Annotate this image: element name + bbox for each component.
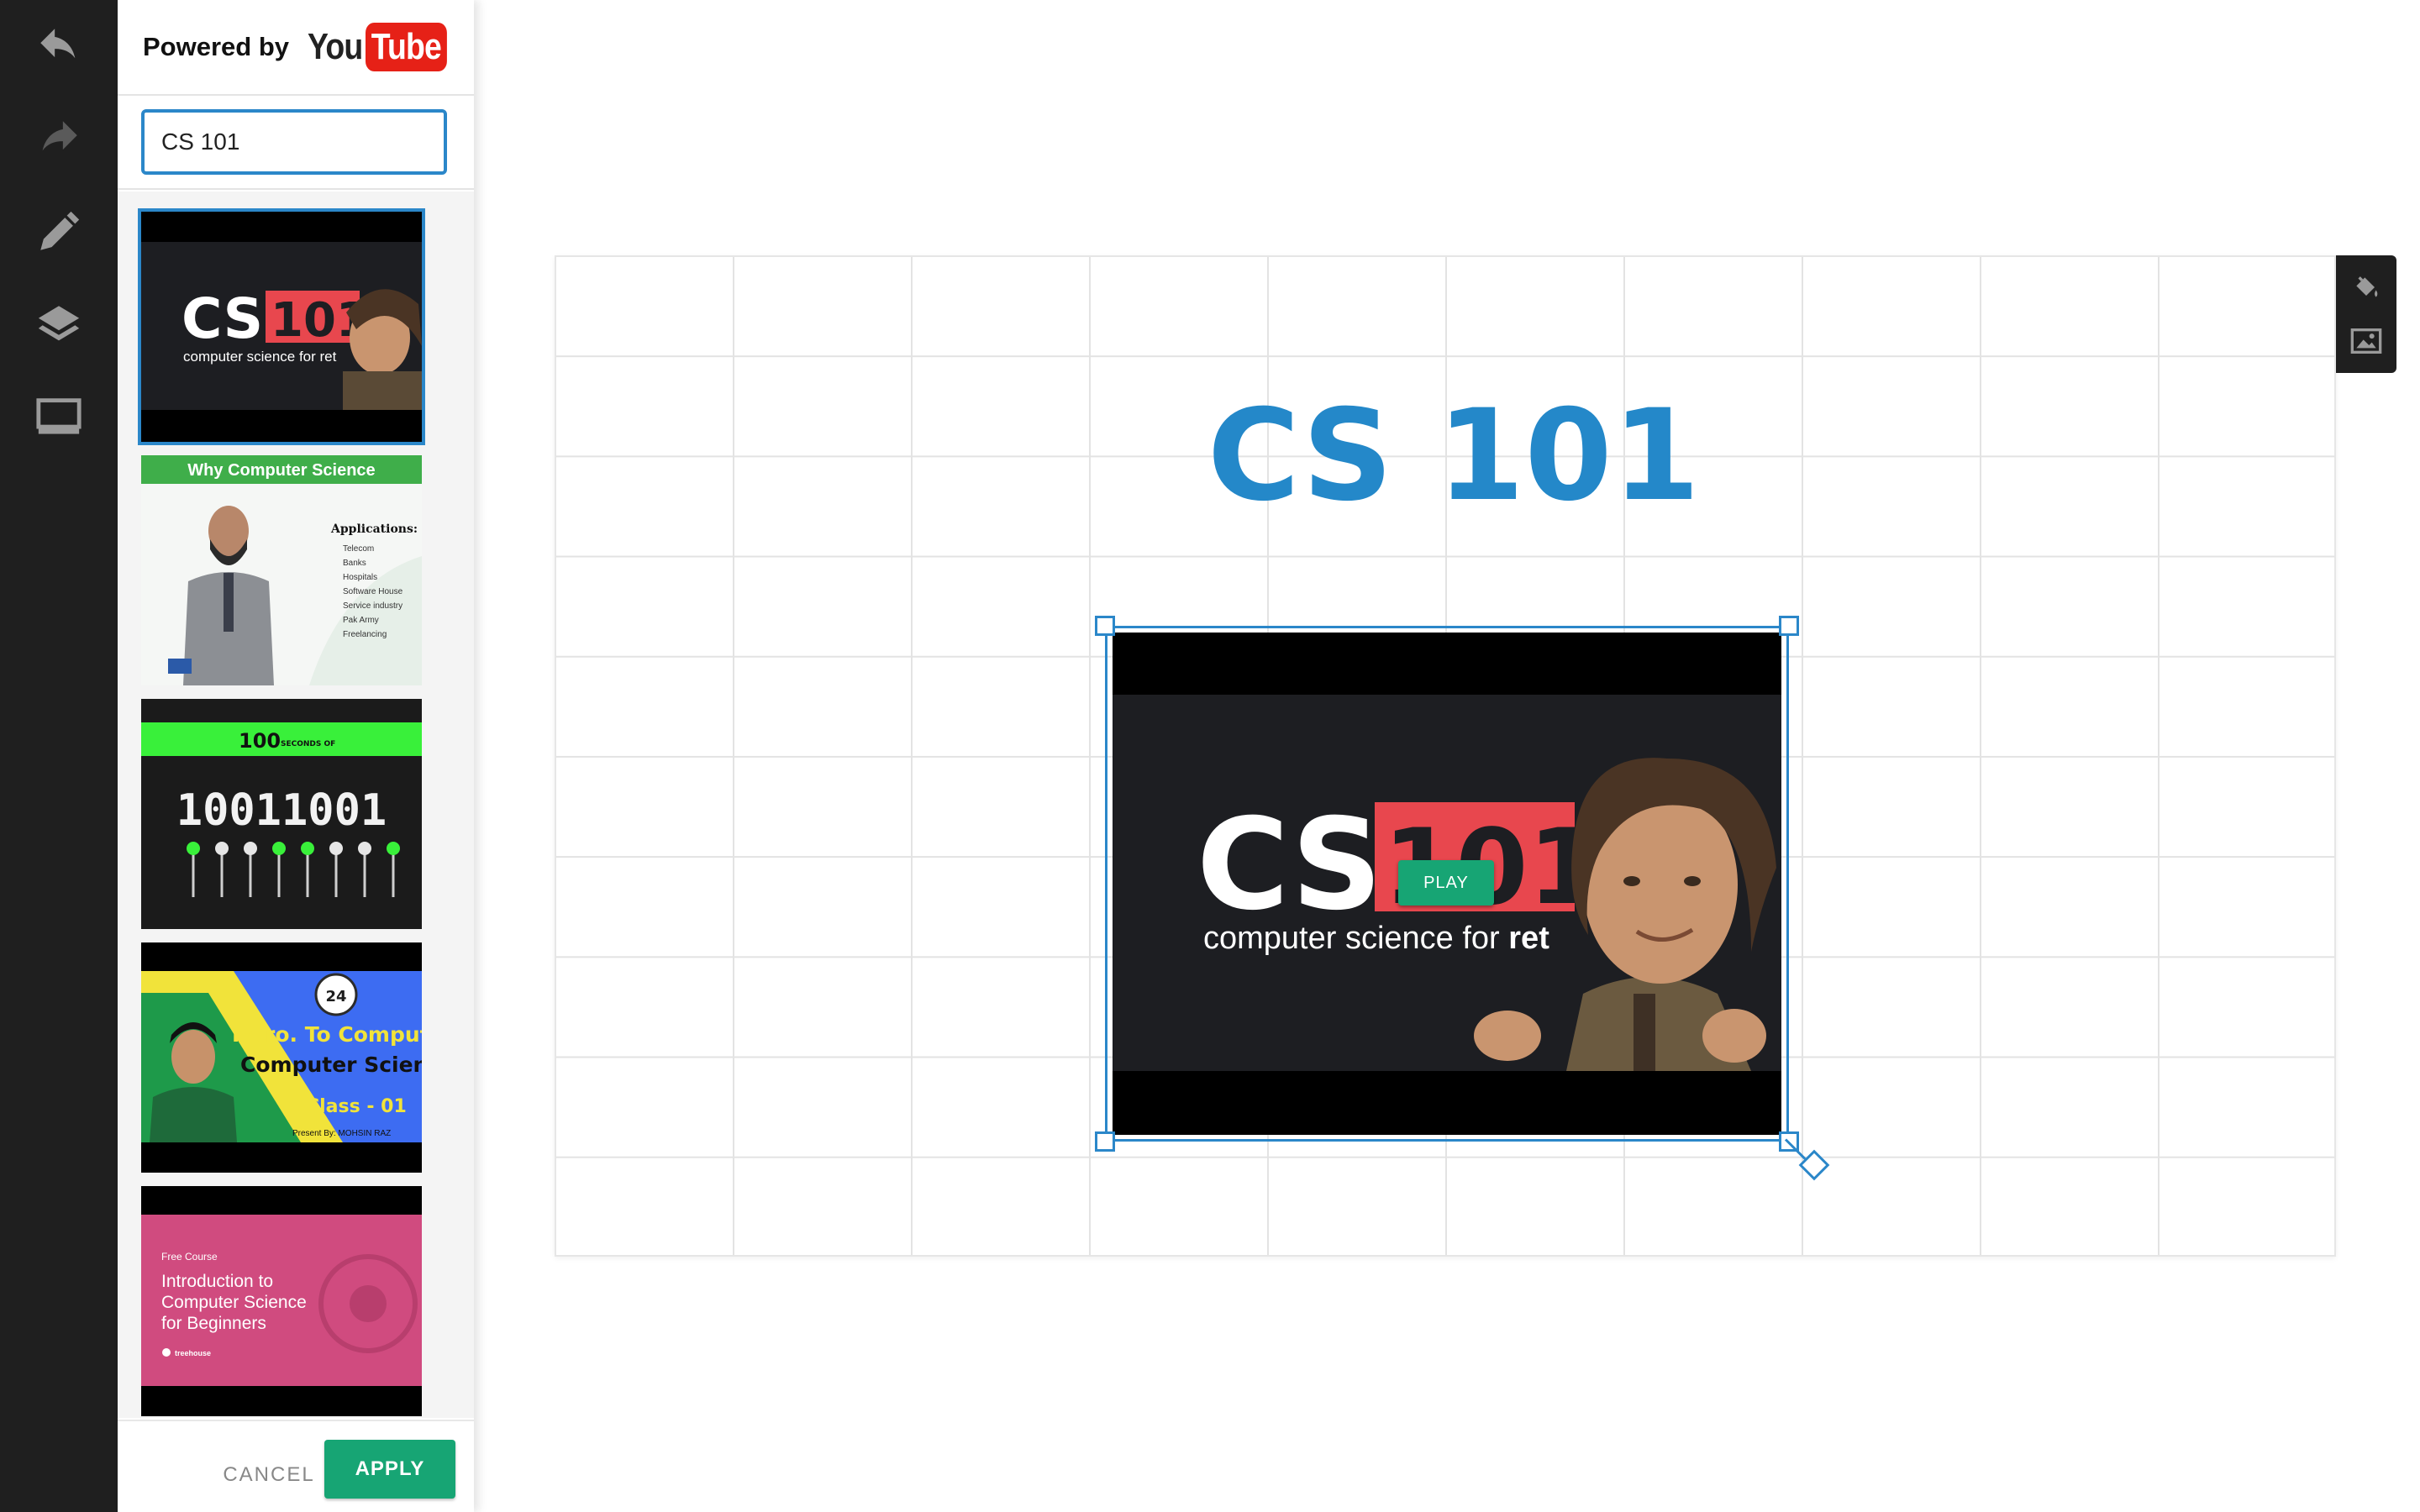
selection-frame [1105,626,1789,1142]
image-icon [2350,328,2382,354]
element-tools [2336,255,2396,373]
resize-handle-top-left[interactable] [1095,616,1115,636]
resize-handle-bottom-left[interactable] [1095,1131,1115,1152]
paint-bucket-icon [2356,276,2378,297]
fill-color-button[interactable] [2346,267,2386,307]
resize-handle-top-right[interactable] [1779,616,1799,636]
slide-title[interactable]: CS 101 [1207,383,1700,529]
replace-image-button[interactable] [2346,321,2386,361]
